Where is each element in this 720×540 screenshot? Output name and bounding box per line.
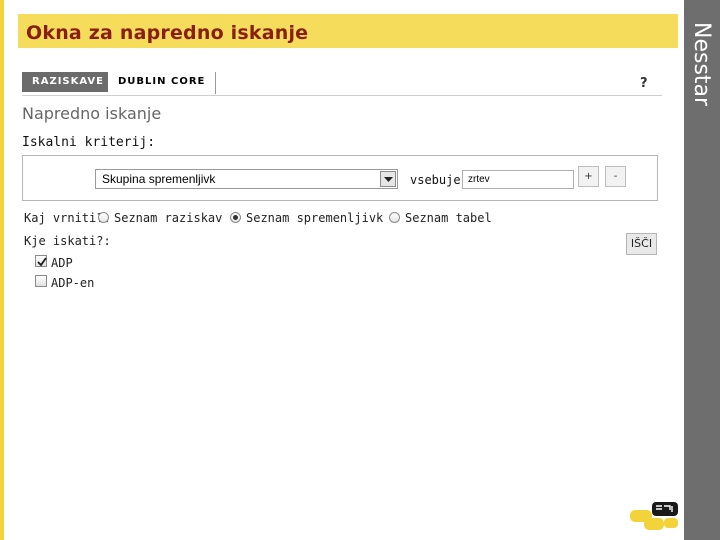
radio-seznam-tabel[interactable] [389,212,400,223]
radio-label-seznam-spremenljivk[interactable]: Seznam spremenljivk [246,211,383,225]
radio-selected-dot [233,215,238,220]
adp-logo [630,502,678,530]
checkbox-label-adp[interactable]: ADP [51,256,73,270]
tab-bar: RAZISKAVE DUBLIN CORE [22,72,217,94]
add-criterion-button[interactable]: + [578,166,599,187]
field-select-value: Skupina spremenljivk [102,172,216,186]
criteria-value-input[interactable]: zrtev [462,170,574,189]
radio-seznam-raziskav[interactable] [98,212,109,223]
operator-label: vsebuje [410,173,461,187]
radio-seznam-spremenljivk[interactable] [230,212,241,223]
checkbox-adp-en[interactable] [35,275,47,287]
search-button[interactable]: IŠČI [626,233,657,255]
help-link[interactable]: ? [640,76,648,91]
checkmark-icon [37,257,47,267]
field-select[interactable]: Skupina spremenljivk [95,169,398,189]
checkbox-adp[interactable] [35,255,47,267]
tab-dublin-core[interactable]: DUBLIN CORE [108,72,217,94]
slide-title: Okna za napredno iskanje [26,22,309,44]
dropdown-arrow-icon[interactable] [380,171,396,187]
criteria-label: Iskalni kriterij: [22,135,156,150]
search-scope-label: Kje iskati?: [24,234,111,248]
left-accent-stripe [0,0,4,540]
side-label: Nesstar [689,22,714,107]
page-heading: Napredno iskanje [22,104,162,123]
tab-raziskave[interactable]: RAZISKAVE [22,72,108,92]
radio-label-seznam-tabel[interactable]: Seznam tabel [405,211,492,225]
divider [22,95,662,96]
remove-criterion-button[interactable]: - [605,166,626,187]
radio-label-seznam-raziskav[interactable]: Seznam raziskav [114,211,222,225]
checkbox-label-adp-en[interactable]: ADP-en [51,276,94,290]
